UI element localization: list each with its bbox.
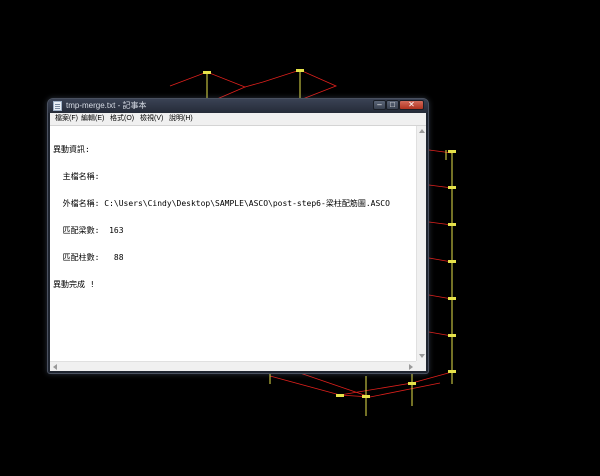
scroll-corner: [416, 361, 426, 371]
text-line: 異動完成 !: [53, 280, 95, 289]
text-line: 匹配梁數: 163: [53, 226, 124, 235]
text-line: 主檔名稱:: [53, 172, 100, 181]
scroll-right-icon[interactable]: [409, 364, 413, 370]
menu-view[interactable]: 檢視(V): [138, 113, 165, 125]
horizontal-scrollbar[interactable]: [50, 361, 416, 371]
menu-bar: 檔案(F) 編輯(E) 格式(O) 檢視(V) 說明(H): [50, 113, 426, 126]
notepad-window[interactable]: tmp-merge.txt - 記事本 – □ ✕ 檔案(F) 編輯(E) 格式…: [47, 98, 429, 374]
menu-help[interactable]: 說明(H): [167, 113, 195, 125]
maximize-button[interactable]: □: [386, 100, 399, 110]
menu-format[interactable]: 格式(O): [108, 113, 136, 125]
close-button[interactable]: ✕: [399, 100, 424, 110]
text-line: 外檔名稱: C:\Users\Cindy\Desktop\SAMPLE\ASCO…: [53, 199, 390, 208]
vertical-scrollbar[interactable]: [416, 126, 426, 361]
scroll-down-icon[interactable]: [419, 354, 425, 358]
menu-file[interactable]: 檔案(F): [53, 113, 80, 125]
editor-area[interactable]: 異動資訊: 主檔名稱: 外檔名稱: C:\Users\Cindy\Desktop…: [50, 126, 426, 371]
title-bar[interactable]: tmp-merge.txt - 記事本 – □ ✕: [48, 99, 428, 113]
notepad-icon: [53, 101, 62, 111]
text-line: 異動資訊:: [53, 145, 90, 154]
text-line: 匹配柱數: 88: [53, 253, 124, 262]
menu-edit[interactable]: 編輯(E): [79, 113, 106, 125]
document-text[interactable]: 異動資訊: 主檔名稱: 外檔名稱: C:\Users\Cindy\Desktop…: [53, 127, 414, 359]
scroll-up-icon[interactable]: [419, 129, 425, 133]
scroll-left-icon[interactable]: [53, 364, 57, 370]
window-title: tmp-merge.txt - 記事本: [66, 101, 147, 110]
minimize-button[interactable]: –: [373, 100, 386, 110]
